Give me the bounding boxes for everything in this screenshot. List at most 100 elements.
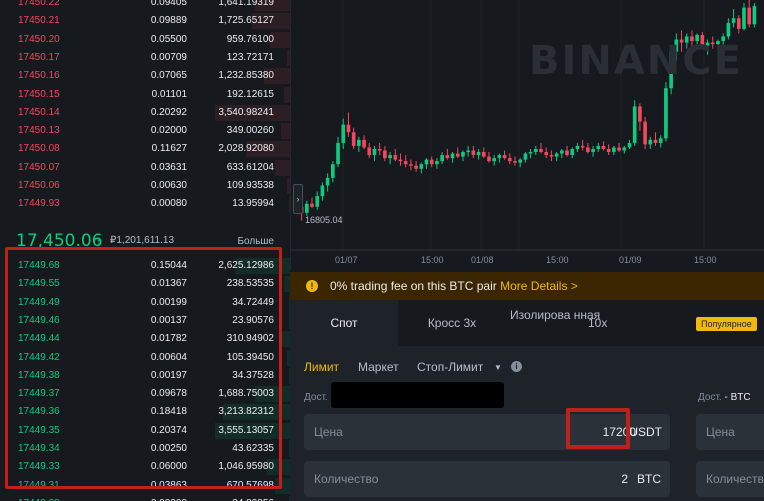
row-price: 17450.15	[18, 88, 60, 100]
price-chart[interactable]: BINANCE › 16805.04 01/07 15:00 01/08 15:00 0…	[290, 0, 764, 270]
candle-up	[466, 150, 470, 153]
candle-up	[570, 148, 575, 156]
order-book-more-link[interactable]: Больше	[237, 236, 274, 247]
quantity-unit: BTC	[637, 472, 661, 486]
candle-up	[518, 159, 523, 163]
ask-row[interactable]: 17450.16 0.07065 1,232.85380	[0, 67, 290, 85]
candle-down	[747, 7, 752, 25]
candle-down	[310, 203, 314, 207]
row-amount: 0.09405	[150, 0, 187, 8]
bid-row[interactable]: 17449.38 0.00197 34.37528	[0, 367, 290, 385]
tab-cross-margin[interactable]: Кросс 3x	[398, 300, 506, 346]
row-total: 34.37528	[232, 369, 274, 381]
ask-row[interactable]: 17450.08 0.11627 2,028.92080	[0, 140, 290, 158]
candle-down	[502, 155, 507, 159]
bid-row[interactable]: 17449.68 0.15044 2,625.12986	[0, 257, 290, 275]
row-price: 17449.44	[18, 333, 60, 345]
bid-row[interactable]: 17449.34 0.00250 43.62335	[0, 440, 290, 458]
bid-row[interactable]: 17449.35 0.20374 3,555.13057	[0, 422, 290, 440]
row-total: 1,725.65127	[218, 15, 274, 27]
x-tick-label: 01/09	[619, 255, 642, 265]
bid-row[interactable]: 17449.33 0.06000 1,046.95980	[0, 458, 290, 476]
quantity-input[interactable]: Количество 2 BTC	[304, 461, 670, 497]
row-amount: 0.00199	[150, 296, 187, 308]
ask-row[interactable]: 17449.93 0.00080 13.95994	[0, 195, 290, 213]
candle-up	[627, 142, 632, 148]
bid-row[interactable]: 17449.36 0.18418 3,213.82312	[0, 403, 290, 421]
ask-row[interactable]: 17450.21 0.09889 1,725.65127	[0, 12, 290, 30]
candle-up	[575, 145, 580, 149]
bid-row[interactable]: 17449.49 0.00199 34.72449	[0, 294, 290, 312]
tab-spot[interactable]: Спот	[290, 300, 398, 346]
price-label: Цена	[314, 425, 343, 439]
candle-down	[455, 153, 460, 157]
candle-down	[481, 152, 486, 157]
ask-row[interactable]: 17450.13 0.02000 349.00260	[0, 122, 290, 140]
candle-down	[617, 147, 621, 151]
row-total: 238.53535	[226, 278, 274, 290]
row-total: 1,232.85380	[218, 70, 274, 82]
candle-up	[341, 124, 346, 143]
ask-row[interactable]: 17450.15 0.01101 192.12615	[0, 86, 290, 104]
row-total: 1,046.95980	[218, 461, 274, 473]
candle-down	[580, 145, 585, 148]
candle-down	[403, 161, 408, 165]
row-price: 17449.49	[18, 296, 60, 308]
ask-row[interactable]: 17450.17 0.00709 123.72171	[0, 49, 290, 67]
order-type-market[interactable]: Маркет	[358, 360, 399, 374]
order-type-stop-limit[interactable]: Стоп-Лимит	[417, 360, 483, 374]
ask-row[interactable]: 17450.14 0.20292 3,540.98241	[0, 104, 290, 122]
bid-row[interactable]: 17449.46 0.00137 23.90576	[0, 312, 290, 330]
row-price: 17450.20	[18, 33, 60, 45]
row-amount: 0.09678	[150, 388, 187, 400]
chevron-down-icon[interactable]: ▼	[494, 363, 502, 372]
row-amount: 0.00197	[150, 369, 187, 381]
bid-row[interactable]: 17449.42 0.00604 105.39450	[0, 349, 290, 367]
row-price: 17449.68	[18, 260, 60, 271]
candle-down	[377, 148, 382, 151]
quantity-value[interactable]: 2	[621, 461, 628, 497]
depth-bar	[281, 331, 290, 348]
row-amount: 0.20374	[150, 424, 187, 436]
candle-down	[362, 139, 366, 148]
depth-bar	[275, 159, 290, 176]
x-tick-label: 15:00	[694, 255, 717, 265]
chart-scroll-handle-icon[interactable]: ›	[293, 184, 303, 214]
bid-row[interactable]: 17449.55 0.01367 238.53535	[0, 275, 290, 293]
candle-down	[351, 132, 356, 146]
candle-up	[533, 148, 538, 153]
candle-up	[622, 147, 627, 151]
bid-row[interactable]: 17449.44 0.01782 310.94902	[0, 330, 290, 348]
available-balance-label-sell: Дост. - BTC	[698, 392, 751, 403]
x-tick-label: 01/08	[471, 255, 494, 265]
candle-down	[643, 121, 647, 145]
sell-quantity-input[interactable]: Количество	[696, 461, 764, 497]
sell-price-input[interactable]: Цена	[696, 414, 764, 450]
row-price: 17449.93	[18, 198, 60, 210]
bid-row[interactable]: 17449.28 0.00200 34.89856	[0, 495, 290, 501]
row-amount: 0.00630	[150, 180, 187, 191]
row-amount: 0.00080	[150, 198, 187, 210]
order-type-limit[interactable]: Лимит	[304, 360, 339, 374]
row-price: 17449.37	[18, 388, 60, 400]
ask-row[interactable]: 17450.20 0.05500 959.76100	[0, 31, 290, 49]
price-unit: USDT	[629, 425, 662, 439]
row-price: 17450.16	[18, 70, 60, 82]
price-input[interactable]: Цена 17200 USDT	[304, 414, 670, 450]
row-amount: 0.00250	[150, 443, 187, 454]
row-total: 1,641.19319	[218, 0, 274, 8]
ask-row[interactable]: 17450.22 0.09405 1,641.19319	[0, 0, 290, 12]
banner-message: 0% trading fee on this BTC pair	[330, 279, 497, 293]
row-total: 123.72171	[226, 51, 274, 63]
row-total: 192.12615	[226, 88, 274, 100]
candle-up	[752, 6, 757, 25]
isolated-leverage[interactable]: 10x	[588, 300, 607, 346]
bid-row[interactable]: 17449.31 0.03863 670.57698	[0, 477, 290, 495]
ask-row[interactable]: 17450.06 0.00630 109.93538	[0, 177, 290, 195]
info-icon[interactable]: i	[511, 361, 522, 372]
banner-more-details-link[interactable]: More Details >	[500, 279, 578, 293]
ask-row[interactable]: 17450.07 0.03631 633.61204	[0, 159, 290, 177]
row-price: 17450.06	[18, 180, 60, 191]
candle-up	[648, 139, 653, 145]
bid-row[interactable]: 17449.37 0.09678 1,688.75003	[0, 385, 290, 403]
